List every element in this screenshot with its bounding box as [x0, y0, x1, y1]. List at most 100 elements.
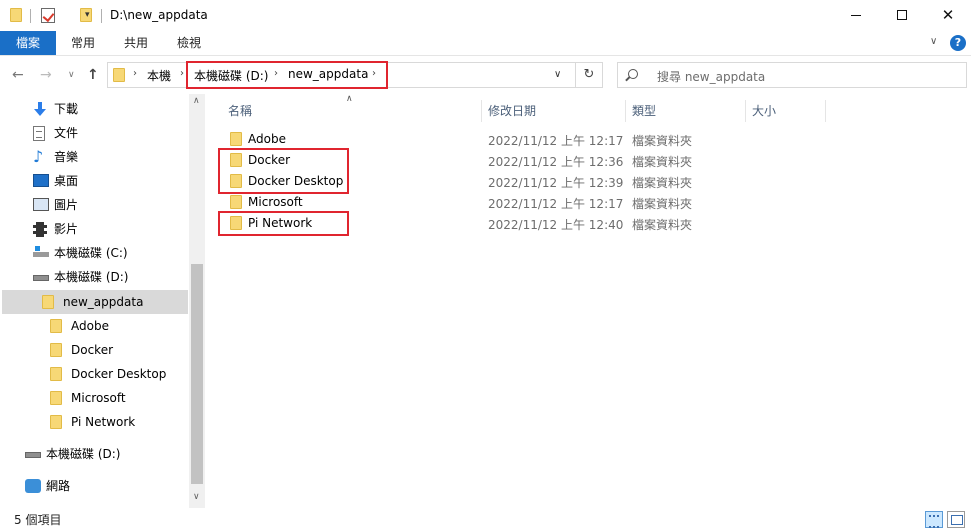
column-divider[interactable]	[825, 100, 826, 122]
sidebar-item-label: 圖片	[54, 198, 79, 212]
sidebar-item-label: Microsoft	[71, 391, 126, 405]
folder-icon	[230, 195, 242, 209]
file-date: 2022/11/12 上午 12:17	[488, 197, 624, 211]
address-bar[interactable]: › 本機 › 本機磁碟 (D:) › new_appdata › ∨	[107, 61, 576, 89]
sidebar-item-label: new_appdata	[63, 295, 144, 309]
drive-c-icon	[33, 246, 49, 257]
window-title: D:\new_appdata	[110, 8, 208, 22]
ribbon-tabs: 檔案 常用 共用 檢視 ∨ ?	[0, 31, 971, 56]
breadcrumb-this-pc[interactable]: 本機	[147, 67, 171, 84]
annotation-highlight-box	[218, 211, 349, 236]
column-header-date[interactable]: 修改日期	[488, 99, 536, 123]
navigation-bar: ← → ∨ ↑ › 本機 › 本機磁碟 (D:) › new_appdata ›…	[0, 56, 971, 94]
details-view-icon[interactable]	[925, 511, 943, 528]
file-type: 檔案資料夾	[632, 134, 693, 148]
minimize-icon	[851, 14, 861, 16]
column-header-name[interactable]: 名稱	[228, 99, 252, 123]
sidebar-item-label: 本機磁碟 (D:)	[54, 270, 129, 284]
column-header-size[interactable]: 大小	[752, 99, 776, 123]
table-row[interactable]: Adobe 2022/11/12 上午 12:17 檔案資料夾	[205, 129, 971, 150]
videos-icon	[33, 222, 47, 237]
file-type: 檔案資料夾	[632, 155, 693, 169]
file-type: 檔案資料夾	[632, 218, 693, 232]
divider	[101, 9, 102, 23]
close-button[interactable]: ✕	[925, 0, 971, 31]
tab-file[interactable]: 檔案	[0, 31, 56, 55]
sidebar-item-label: 網路	[46, 479, 71, 493]
recent-locations-icon[interactable]: ∨	[68, 70, 75, 80]
breadcrumb-chevron-icon[interactable]: ›	[133, 68, 137, 79]
folder-icon	[50, 343, 62, 357]
back-button[interactable]: ←	[12, 67, 24, 83]
maximize-icon	[897, 10, 907, 20]
tab-home[interactable]: 常用	[71, 31, 95, 55]
column-header-type[interactable]: 類型	[632, 99, 656, 123]
scroll-down-icon[interactable]: ∨	[193, 492, 200, 502]
file-date: 2022/11/12 上午 12:40	[488, 218, 624, 232]
properties-icon[interactable]	[41, 8, 55, 23]
sidebar-item-label: Adobe	[71, 319, 109, 333]
help-icon[interactable]: ?	[950, 35, 966, 51]
forward-button[interactable]: →	[40, 67, 52, 83]
folder-icon	[50, 391, 62, 405]
scroll-up-icon[interactable]: ∧	[193, 96, 200, 106]
folder-icon	[230, 132, 242, 146]
document-icon	[33, 126, 45, 141]
search-icon	[628, 69, 638, 79]
sidebar-item-label: 音樂	[54, 150, 79, 164]
navigation-pane: 下載 文件 ♪ 音樂 桌面 圖片 影片 本機磁碟 (C:) 本機磁碟 (D:) …	[0, 94, 205, 508]
large-icons-view-icon[interactable]	[947, 511, 965, 528]
file-name: Microsoft	[248, 195, 303, 209]
annotation-highlight-box	[186, 61, 388, 89]
column-divider[interactable]	[481, 100, 482, 122]
sidebar-item-label: Docker Desktop	[71, 367, 167, 381]
sidebar-item-label: 本機磁碟 (C:)	[54, 246, 128, 260]
folder-icon	[42, 295, 54, 309]
file-type: 檔案資料夾	[632, 197, 693, 211]
file-list: ∧ 名稱 修改日期 類型 大小 Adobe 2022/11/12 上午 12:1…	[205, 94, 971, 508]
divider	[30, 9, 31, 23]
scrollbar-thumb[interactable]	[191, 264, 203, 484]
sidebar-item-label: 文件	[54, 126, 79, 140]
sidebar-item-label: 桌面	[54, 174, 79, 188]
sidebar-item-label: Pi Network	[71, 415, 136, 429]
pictures-icon	[33, 198, 49, 211]
sidebar-item-label: 本機磁碟 (D:)	[46, 447, 121, 461]
sort-ascending-icon: ∧	[346, 94, 353, 104]
sidebar-item-label: Docker	[71, 343, 114, 357]
folder-icon	[50, 367, 62, 381]
folder-icon	[50, 319, 62, 333]
folder-icon	[50, 415, 62, 429]
sidebar-item-label: 下載	[54, 102, 79, 116]
download-icon	[33, 102, 47, 118]
maximize-button[interactable]	[879, 0, 925, 31]
tab-view[interactable]: 檢視	[177, 31, 201, 55]
music-icon: ♪	[33, 147, 44, 166]
expand-ribbon-icon[interactable]: ∨	[930, 36, 937, 47]
nav-pane-scrollbar[interactable]: ∧ ∨	[189, 94, 205, 508]
up-button[interactable]: ↑	[87, 67, 99, 83]
status-bar: 5 個項目	[0, 508, 971, 531]
minimize-button[interactable]	[833, 0, 879, 31]
chevron-down-icon[interactable]: ▾	[85, 10, 90, 20]
column-divider[interactable]	[625, 100, 626, 122]
refresh-button[interactable]: ↻	[576, 62, 603, 88]
address-history-dropdown-icon[interactable]: ∨	[554, 69, 561, 80]
annotation-highlight-box	[218, 148, 349, 194]
file-name: Adobe	[248, 132, 286, 146]
column-divider[interactable]	[745, 100, 746, 122]
item-count: 5 個項目	[14, 513, 62, 527]
file-type: 檔案資料夾	[632, 176, 693, 190]
table-row[interactable]: Microsoft 2022/11/12 上午 12:17 檔案資料夾	[205, 192, 971, 213]
folder-icon	[10, 8, 22, 22]
network-icon	[25, 479, 41, 493]
search-input[interactable]: 搜尋 new_appdata	[617, 62, 967, 88]
file-date: 2022/11/12 上午 12:36	[488, 155, 624, 169]
drive-icon	[33, 275, 49, 281]
search-placeholder: 搜尋 new_appdata	[657, 70, 766, 84]
close-icon: ✕	[941, 6, 955, 24]
drive-icon	[25, 452, 41, 458]
breadcrumb-chevron-icon[interactable]: ›	[180, 68, 184, 79]
file-date: 2022/11/12 上午 12:17	[488, 134, 624, 148]
tab-share[interactable]: 共用	[124, 31, 148, 55]
